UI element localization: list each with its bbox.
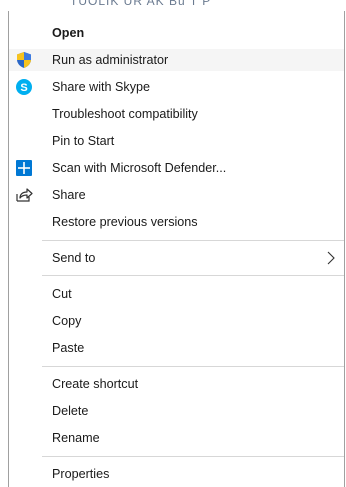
menu-item-label: Delete xyxy=(52,404,89,418)
menu-item-send-to[interactable]: Send to xyxy=(9,247,344,269)
background-window-strip: TUOLIK UR AK Bu T P xyxy=(0,0,346,11)
menu-item-properties[interactable]: Properties xyxy=(9,463,344,485)
menu-item-label: Troubleshoot compatibility xyxy=(52,107,198,121)
background-partial-text: TUOLIK UR AK Bu T P xyxy=(70,0,212,8)
menu-item-label: Paste xyxy=(52,341,85,355)
menu-separator xyxy=(42,275,344,276)
menu-item-cut[interactable]: Cut xyxy=(9,283,344,305)
menu-item-label: Open xyxy=(52,26,85,40)
menu-item-restore-previous-versions[interactable]: Restore previous versions xyxy=(9,211,344,233)
menu-item-label: Send to xyxy=(52,251,96,265)
menu-item-label: Scan with Microsoft Defender... xyxy=(52,161,227,175)
menu-item-label: Run as administrator xyxy=(52,53,169,67)
menu-item-delete[interactable]: Delete xyxy=(9,400,344,422)
menu-item-pin-to-start[interactable]: Pin to Start xyxy=(9,130,344,152)
menu-item-label: Restore previous versions xyxy=(52,215,198,229)
svg-text:S: S xyxy=(20,82,27,94)
context-menu: Open Run as administrator S Share with S… xyxy=(8,11,345,487)
menu-item-troubleshoot-compatibility[interactable]: Troubleshoot compatibility xyxy=(9,103,344,125)
menu-separator xyxy=(42,240,344,241)
menu-item-rename[interactable]: Rename xyxy=(9,427,344,449)
menu-item-create-shortcut[interactable]: Create shortcut xyxy=(9,373,344,395)
skype-icon: S xyxy=(15,78,33,96)
menu-item-share-with-skype[interactable]: S Share with Skype xyxy=(9,76,344,98)
menu-item-label: Cut xyxy=(52,287,72,301)
defender-icon xyxy=(15,159,33,177)
menu-item-label: Create shortcut xyxy=(52,377,139,391)
screenshot-root: TUOLIK UR AK Bu T P Open Run as administ… xyxy=(0,0,346,487)
menu-item-paste[interactable]: Paste xyxy=(9,337,344,359)
menu-item-label: Pin to Start xyxy=(52,134,115,148)
menu-item-scan-with-defender[interactable]: Scan with Microsoft Defender... xyxy=(9,157,344,179)
menu-item-copy[interactable]: Copy xyxy=(9,310,344,332)
menu-item-label: Rename xyxy=(52,431,100,445)
menu-separator xyxy=(42,456,344,457)
menu-item-label: Share xyxy=(52,188,86,202)
menu-item-open[interactable]: Open xyxy=(9,22,344,44)
menu-item-label: Properties xyxy=(52,467,110,481)
menu-item-label: Copy xyxy=(52,314,82,328)
chevron-right-icon xyxy=(326,250,336,266)
menu-separator xyxy=(42,366,344,367)
uac-shield-icon xyxy=(15,51,33,69)
menu-item-share[interactable]: Share xyxy=(9,184,344,206)
menu-item-run-as-administrator[interactable]: Run as administrator xyxy=(9,49,344,71)
share-icon xyxy=(15,186,33,204)
menu-item-label: Share with Skype xyxy=(52,80,151,94)
